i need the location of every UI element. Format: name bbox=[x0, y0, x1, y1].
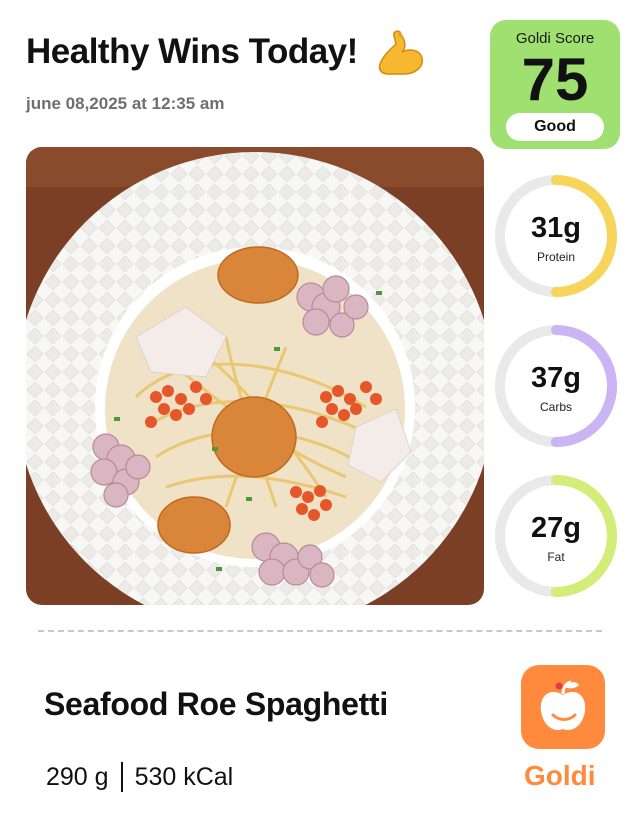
brand-name: Goldi bbox=[524, 760, 596, 791]
score-rating-badge: Good bbox=[506, 113, 604, 141]
meal-photo[interactable] bbox=[26, 147, 484, 605]
score-label: Goldi Score bbox=[515, 30, 595, 47]
carbs-ring[interactable]: 37g Carbs bbox=[494, 324, 618, 448]
page-title: Healthy Wins Today! bbox=[26, 32, 358, 71]
dashed-divider bbox=[38, 630, 602, 632]
carbs-label: Carbs bbox=[539, 400, 572, 414]
fat-value: 27g bbox=[531, 512, 581, 544]
meal-weight: 290 g bbox=[46, 762, 109, 791]
score-value: 75 bbox=[521, 46, 589, 113]
stats-separator bbox=[120, 762, 123, 792]
meal-photo-image bbox=[26, 147, 484, 605]
flexed-biceps-icon bbox=[378, 30, 423, 75]
carbs-value: 37g bbox=[531, 362, 581, 394]
fat-label: Fat bbox=[547, 550, 565, 564]
timestamp: june 08,2025 at 12:35 am bbox=[26, 94, 225, 113]
apple-logo-icon bbox=[540, 680, 586, 731]
goldi-score-card[interactable]: Goldi Score 75 Good bbox=[490, 20, 620, 149]
meal-name: Seafood Roe Spaghetti bbox=[44, 686, 388, 722]
protein-value: 31g bbox=[531, 212, 581, 244]
goldi-app-icon[interactable] bbox=[521, 665, 605, 749]
meal-calories: 530 kCal bbox=[134, 762, 234, 791]
meal-stats: 290 g 530 kCal bbox=[46, 762, 233, 792]
protein-ring[interactable]: 31g Protein bbox=[494, 174, 618, 298]
protein-label: Protein bbox=[536, 250, 576, 264]
title-row: Healthy Wins Today! bbox=[26, 24, 426, 80]
fat-ring[interactable]: 27g Fat bbox=[494, 474, 618, 598]
